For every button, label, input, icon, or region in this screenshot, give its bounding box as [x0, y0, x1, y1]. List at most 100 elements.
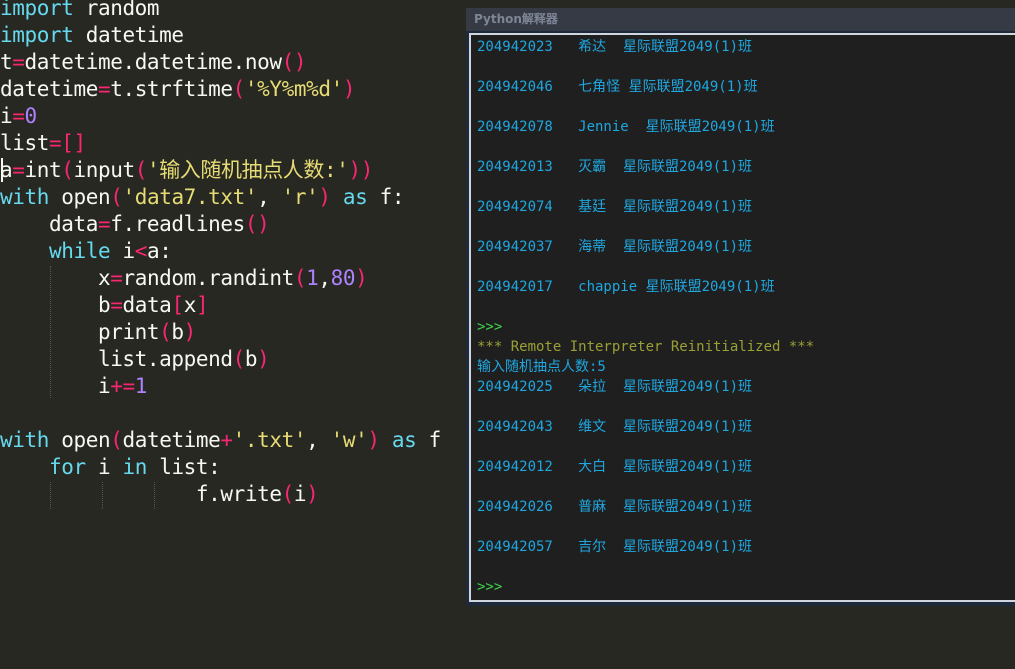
output-line: 204942046 七角怪 星际联盟2049(1)班	[477, 79, 758, 95]
code-token: =	[97, 77, 111, 101]
code-token: b	[0, 293, 111, 317]
code-token: (	[232, 77, 246, 101]
code-token: )	[355, 266, 368, 290]
code-line[interactable]: print(b)	[0, 319, 196, 346]
output-line: 204942057 吉尔 星际联盟2049(1)班	[477, 539, 753, 555]
code-token: list	[0, 131, 49, 155]
code-line[interactable]: b=data[x]	[0, 292, 209, 319]
code-token: data	[122, 293, 172, 317]
code-line[interactable]: i+=1	[0, 373, 147, 400]
output-line: *** Remote Interpreter Reinitialized ***	[477, 339, 815, 355]
code-token: ,	[318, 266, 331, 290]
code-token: i	[0, 374, 111, 398]
code-token: 80	[330, 266, 356, 290]
code-token: 1	[134, 374, 148, 398]
code-token: (	[159, 320, 172, 344]
code-token: datetime	[122, 428, 221, 452]
code-token: int	[24, 158, 62, 182]
code-token: =	[12, 50, 25, 74]
code-line[interactable]: i=0	[0, 103, 37, 130]
code-token: a	[0, 158, 13, 182]
code-token: =	[97, 212, 111, 236]
code-token: )	[306, 482, 319, 506]
code-line[interactable]: x=random.randint(1,80)	[0, 265, 368, 292]
code-token: f:	[367, 185, 405, 209]
output-line: 204942043 维文 星际联盟2049(1)班	[477, 419, 753, 435]
code-token: )	[342, 77, 356, 101]
code-token: =	[110, 266, 123, 290]
code-token: as	[342, 185, 368, 209]
output-line: 204942074 基廷 星际联盟2049(1)班	[477, 199, 753, 215]
code-line[interactable]: for i in list:	[0, 454, 221, 481]
interpreter-output[interactable]: 204942023 希达 星际联盟2049(1)班 204942046 七角怪 星…	[469, 33, 1015, 602]
code-line[interactable]: datetime=t.strftime('%Y%m%d')	[0, 76, 356, 103]
code-token: import	[0, 0, 74, 20]
code-token: b	[244, 347, 258, 371]
code-token: [	[171, 293, 184, 317]
code-token: t	[0, 50, 13, 74]
interpreter-title-bar[interactable]: Python解释器	[466, 8, 1015, 31]
code-token: '输入随机抽点人数:'	[146, 158, 349, 182]
code-token: x	[0, 266, 111, 290]
code-token: f.	[0, 482, 221, 506]
code-token: input	[73, 158, 135, 182]
code-token: with	[0, 185, 49, 209]
code-token: for	[48, 455, 86, 479]
output-line: 204942026 普麻 星际联盟2049(1)班	[477, 499, 753, 515]
code-line[interactable]: list=[]	[0, 130, 86, 157]
output-line: 204942013 灭霸 星际联盟2049(1)班	[477, 159, 753, 175]
code-token: datetime	[73, 23, 184, 47]
output-line: 204942025 朵拉 星际联盟2049(1)班	[477, 379, 753, 395]
code-token: )	[257, 347, 270, 371]
code-token: 'w'	[330, 428, 368, 452]
code-token: i	[110, 239, 135, 263]
code-token: open	[61, 428, 111, 452]
code-token: 1	[306, 266, 319, 290]
code-line[interactable]: with open('data7.txt', 'r') as f:	[0, 184, 405, 211]
code-token: datetime.datetime.now	[24, 50, 283, 74]
code-token: list.append	[0, 347, 233, 371]
code-token: b	[171, 320, 184, 344]
code-token: 0	[24, 104, 38, 128]
code-line[interactable]: a=int(input('输入随机抽点人数:'))	[0, 157, 373, 184]
code-token: ))	[348, 158, 373, 182]
code-line[interactable]: with open(datetime+'.txt', 'w') as f	[0, 427, 441, 454]
output-line: 204942023 希达 星际联盟2049(1)班	[477, 39, 753, 55]
code-token: in	[122, 455, 147, 479]
code-token: '.txt'	[232, 428, 307, 452]
code-line[interactable]: import random	[0, 0, 160, 22]
code-token: ()	[244, 212, 270, 236]
code-token: (	[293, 266, 307, 290]
code-token: ]	[195, 293, 209, 317]
code-token: (	[110, 185, 123, 209]
code-token: i	[293, 482, 307, 506]
interpreter-prompt: >>>	[477, 319, 503, 335]
python-interpreter-window[interactable]: Python解释器 204942023 希达 星际联盟2049(1)班 20494…	[466, 8, 1015, 606]
code-token: (	[110, 428, 123, 452]
code-token: f	[416, 428, 442, 452]
code-line[interactable]: f.write(i)	[0, 481, 319, 508]
code-token: with	[0, 428, 49, 452]
code-line[interactable]: data=f.readlines()	[0, 211, 270, 238]
code-token: ,	[257, 185, 282, 209]
interpreter-prompt: >>>	[477, 579, 503, 595]
code-line[interactable]: while i<a:	[0, 238, 172, 265]
code-token: open	[61, 185, 111, 209]
code-token: t.strftime	[110, 77, 233, 101]
code-token: random.randint	[122, 266, 294, 290]
code-token: (	[61, 158, 74, 182]
code-line[interactable]: import datetime	[0, 22, 184, 49]
code-token: (	[134, 158, 148, 182]
output-line: 204942012 大白 星际联盟2049(1)班	[477, 459, 753, 475]
output-line: 204942017 chappie 星际联盟2049(1)班	[477, 279, 775, 295]
code-token: a:	[146, 239, 172, 263]
code-line[interactable]: t=datetime.datetime.now()	[0, 49, 307, 76]
code-token: 'data7.txt'	[122, 185, 258, 209]
code-token: i	[0, 104, 13, 128]
code-line[interactable]: list.append(b)	[0, 346, 270, 373]
code-token: ()	[281, 50, 307, 74]
code-token: +	[220, 428, 233, 452]
